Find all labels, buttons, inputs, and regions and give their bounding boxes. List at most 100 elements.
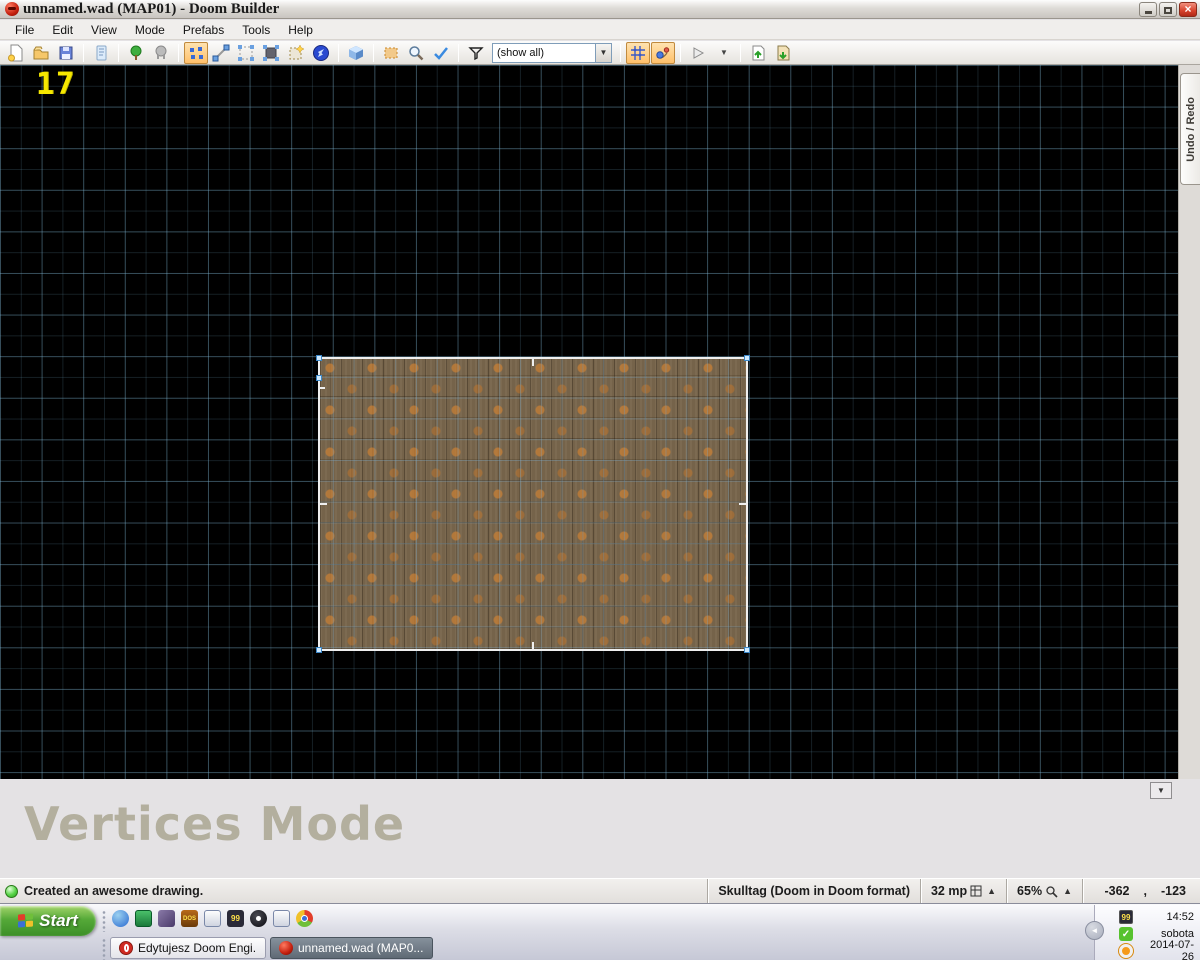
map-vertex[interactable] xyxy=(316,647,322,653)
taskbar: Start DOS 99 Edytujesz Doom Engi... unna… xyxy=(0,903,1200,960)
map-canvas[interactable]: 17 xyxy=(0,65,1178,779)
status-message: Created an awesome drawing. xyxy=(24,884,204,898)
linedefs-mode-icon xyxy=(212,44,230,61)
quicklaunch-image-app-icon[interactable] xyxy=(135,910,152,927)
menu-help[interactable]: Help xyxy=(279,21,322,39)
things-filter-combobox[interactable]: (show all) ▼ xyxy=(492,42,612,63)
minimize-button[interactable] xyxy=(1139,1,1157,17)
grid-size-segment[interactable]: 32 mp ▲ xyxy=(919,878,1006,904)
combobox-dropdown-button[interactable]: ▼ xyxy=(595,43,611,62)
snap-to-grid-button[interactable] xyxy=(651,41,675,64)
zoom-stepper[interactable]: ▲ xyxy=(1063,886,1072,896)
tray-collapse-button[interactable]: ◄ xyxy=(1085,921,1104,940)
linedef-tick xyxy=(532,642,534,649)
load-resource-button[interactable] xyxy=(746,42,770,64)
3d-mode-button[interactable] xyxy=(344,42,368,64)
grid-setup-button[interactable] xyxy=(626,41,650,64)
tray-antivirus-icon[interactable] xyxy=(1119,944,1133,958)
map-vertex[interactable] xyxy=(744,647,750,653)
taskbar-window-doom-builder[interactable]: unnamed.wad (MAP0... xyxy=(270,937,433,959)
select-touching-button[interactable] xyxy=(379,42,403,64)
quicklaunch-blue-app-icon[interactable] xyxy=(112,910,129,927)
vertices-mode-icon xyxy=(190,46,203,59)
taskband-grip[interactable] xyxy=(102,938,106,960)
vertex-counter: 17 xyxy=(36,67,77,102)
toolbar-separator xyxy=(83,43,84,62)
things-filter-button[interactable] xyxy=(149,42,173,64)
grid-size-stepper[interactable]: ▲ xyxy=(987,886,996,896)
mouse-x-value: -362 xyxy=(1104,884,1130,898)
system-tray: ◄ 99 14:52 ✓ sobota 2014-07-26 xyxy=(1085,905,1200,960)
zoom-value: 65% xyxy=(1017,884,1043,898)
menu-tools[interactable]: Tools xyxy=(233,21,279,39)
quicklaunch-media-app-icon[interactable] xyxy=(158,910,175,927)
new-map-button[interactable] xyxy=(4,42,28,64)
undo-redo-tab[interactable]: Undo / Redo xyxy=(1180,73,1200,185)
linedefs-mode-button[interactable] xyxy=(209,42,233,64)
new-file-icon xyxy=(8,44,23,61)
chevron-down-icon: ▼ xyxy=(1157,786,1165,795)
mouse-y-value: -123 xyxy=(1160,884,1186,898)
gray-thing-icon xyxy=(155,45,167,59)
quicklaunch-dosbox-icon[interactable]: DOS xyxy=(181,910,198,927)
quicklaunch-window-app-icon[interactable] xyxy=(204,910,221,927)
map-vertex[interactable] xyxy=(316,355,322,361)
minimize-icon xyxy=(1144,10,1152,14)
opera-icon xyxy=(119,941,133,955)
menu-prefabs[interactable]: Prefabs xyxy=(174,21,233,39)
panel-expand-button[interactable]: ▼ xyxy=(1150,782,1172,799)
script-icon xyxy=(96,45,107,60)
drawn-sector[interactable] xyxy=(316,355,750,653)
vertices-mode-button[interactable] xyxy=(184,41,208,64)
test-run-button[interactable] xyxy=(686,42,710,64)
brightness-mode-button[interactable] xyxy=(309,42,333,64)
map-vertex[interactable] xyxy=(316,375,322,381)
3d-cube-icon xyxy=(349,45,363,60)
task-buttons: Edytujesz Doom Engi... unnamed.wad (MAP0… xyxy=(110,937,433,959)
coords-separator: , xyxy=(1143,884,1147,898)
menu-mode[interactable]: Mode xyxy=(126,21,174,39)
tray-date: 2014-07-26 xyxy=(1149,939,1194,960)
save-map-button[interactable] xyxy=(54,42,78,64)
magnifier-icon xyxy=(1046,885,1058,898)
save-resource-button[interactable] xyxy=(771,42,795,64)
window-title: unnamed.wad (MAP01) - Doom Builder xyxy=(23,0,280,17)
zoom-tool-button[interactable] xyxy=(404,42,428,64)
restore-button[interactable] xyxy=(1159,1,1177,17)
menu-edit[interactable]: Edit xyxy=(43,21,82,39)
tray-network-monitor-icon[interactable]: 99 xyxy=(1119,910,1133,924)
zoom-segment[interactable]: 65% ▲ xyxy=(1006,878,1082,904)
grid-size-value: 32 mp xyxy=(930,884,968,898)
tray-update-ok-icon[interactable]: ✓ xyxy=(1119,927,1133,941)
toolbar-separator xyxy=(680,43,681,62)
test-map-button[interactable] xyxy=(124,42,148,64)
test-run-dropdown[interactable]: ▼ xyxy=(711,42,735,64)
toolbar-separator xyxy=(740,43,741,62)
menu-view[interactable]: View xyxy=(82,21,126,39)
script-editor-button[interactable] xyxy=(89,42,113,64)
doom-builder-icon[interactable] xyxy=(5,2,19,16)
open-map-button[interactable] xyxy=(29,42,53,64)
taskbar-window-browser[interactable]: Edytujesz Doom Engi... xyxy=(110,937,266,959)
things-mode-button[interactable] xyxy=(284,42,308,64)
tree-icon xyxy=(130,45,142,60)
grid-icon xyxy=(970,885,982,897)
import-green-arrow-icon xyxy=(752,45,765,60)
title-bar: unnamed.wad (MAP01) - Doom Builder × xyxy=(0,0,1200,19)
quicklaunch-steam-icon[interactable] xyxy=(250,910,267,927)
make-sector-mode-button[interactable] xyxy=(259,42,283,64)
start-button[interactable]: Start xyxy=(0,906,96,936)
filter-things-button[interactable] xyxy=(464,42,488,64)
close-button[interactable]: × xyxy=(1179,1,1197,17)
quicklaunch-window-app2-icon[interactable] xyxy=(273,910,290,927)
menu-file[interactable]: File xyxy=(6,21,43,39)
map-vertex[interactable] xyxy=(744,355,750,361)
quicklaunch-grip[interactable] xyxy=(102,910,106,932)
undo-redo-tab-label: Undo / Redo xyxy=(1184,96,1197,162)
quicklaunch-chrome-icon[interactable] xyxy=(296,910,313,927)
quicklaunch-monitor-app-icon[interactable]: 99 xyxy=(227,910,244,927)
toolbar-separator xyxy=(458,43,459,62)
sectors-mode-button[interactable] xyxy=(234,42,258,64)
toolbar-separator xyxy=(178,43,179,62)
check-map-button[interactable] xyxy=(429,42,453,64)
